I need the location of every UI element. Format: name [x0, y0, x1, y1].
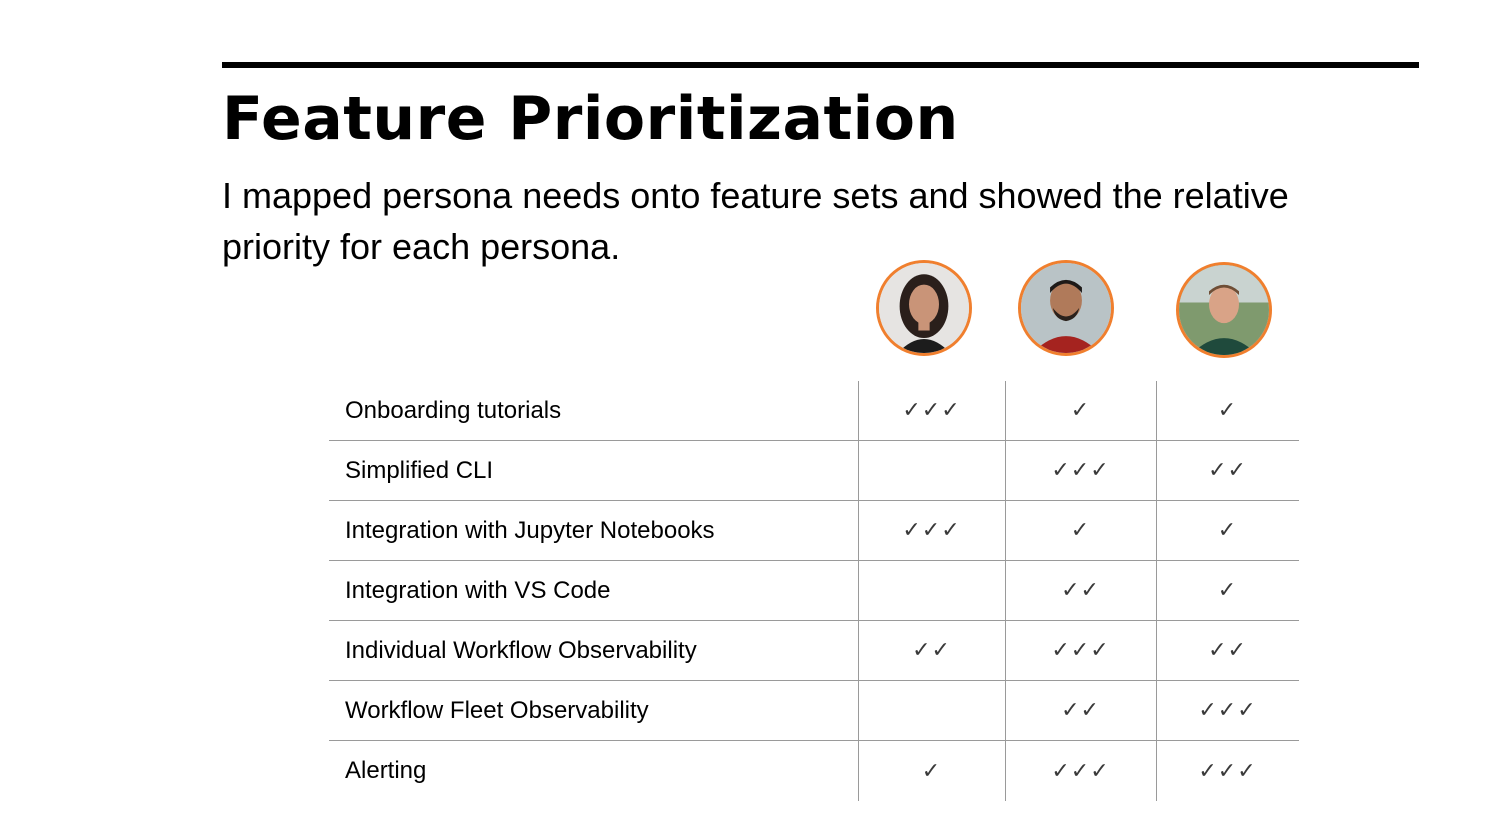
persona-3-avatar	[1176, 262, 1272, 358]
persona-2-priority: ✓	[1005, 381, 1157, 441]
persona-3-priority: ✓✓✓	[1156, 680, 1299, 741]
table-row: Onboarding tutorials ✓✓✓ ✓ ✓	[329, 381, 1299, 441]
persona-1-avatar	[876, 260, 972, 356]
feature-name: Onboarding tutorials	[329, 381, 859, 441]
persona-2-priority: ✓✓✓	[1005, 440, 1157, 501]
page-title: Feature Prioritization	[222, 84, 959, 154]
persona-1-priority	[858, 440, 1006, 501]
persona-3-priority: ✓	[1156, 500, 1299, 561]
table-row: Integration with Jupyter Notebooks ✓✓✓ ✓…	[329, 500, 1299, 561]
persona-2-priority: ✓✓✓	[1005, 620, 1157, 681]
persona-3-priority: ✓✓	[1156, 620, 1299, 681]
persona-1-priority: ✓✓✓	[858, 500, 1006, 561]
persona-3-priority: ✓	[1156, 560, 1299, 621]
persona-2-avatar	[1018, 260, 1114, 356]
table-row: Alerting ✓ ✓✓✓ ✓✓✓	[329, 740, 1299, 801]
table-row: Integration with VS Code ✓✓ ✓	[329, 560, 1299, 621]
persona-2-priority: ✓✓	[1005, 560, 1157, 621]
persona-1-priority: ✓✓	[858, 620, 1006, 681]
persona-1-priority: ✓	[858, 740, 1006, 801]
table-row: Workflow Fleet Observability ✓✓ ✓✓✓	[329, 680, 1299, 741]
title-rule	[222, 62, 1419, 68]
feature-name: Integration with VS Code	[329, 560, 859, 621]
table-row: Simplified CLI ✓✓✓ ✓✓	[329, 440, 1299, 501]
feature-name: Alerting	[329, 740, 859, 801]
feature-name: Integration with Jupyter Notebooks	[329, 500, 859, 561]
feature-name: Workflow Fleet Observability	[329, 680, 859, 741]
persona-2-priority: ✓✓	[1005, 680, 1157, 741]
persona-2-priority: ✓✓✓	[1005, 740, 1157, 801]
persona-3-priority: ✓✓	[1156, 440, 1299, 501]
persona-1-priority: ✓✓✓	[858, 381, 1006, 441]
persona-1-priority	[858, 680, 1006, 741]
persona-3-priority: ✓	[1156, 381, 1299, 441]
persona-2-priority: ✓	[1005, 500, 1157, 561]
persona-3-priority: ✓✓✓	[1198, 758, 1257, 784]
feature-name: Simplified CLI	[329, 440, 859, 501]
feature-name: Individual Workflow Observability	[329, 620, 859, 681]
feature-priority-table: Onboarding tutorials ✓✓✓ ✓ ✓ Simplified …	[329, 381, 1299, 801]
persona-1-priority	[858, 560, 1006, 621]
page-subtitle: I mapped persona needs onto feature sets…	[222, 175, 1289, 267]
table-row: Individual Workflow Observability ✓✓ ✓✓✓…	[329, 620, 1299, 681]
